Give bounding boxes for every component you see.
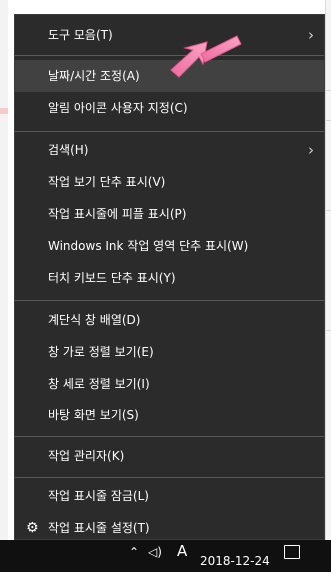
menu-item-show-desktop[interactable]: 바탕 화면 보기(S) <box>15 399 324 431</box>
background-window-left <box>0 0 8 572</box>
background-highlight <box>0 108 8 114</box>
menu-item-label: 바탕 화면 보기(S) <box>48 408 139 422</box>
menu-item-show-touch-keyboard-button[interactable]: 터치 키보드 단추 표시(Y) <box>15 262 324 294</box>
menu-separator <box>15 131 324 132</box>
menu-item-label: 작업 보기 단추 표시(V) <box>48 175 166 189</box>
menu-item-task-manager[interactable]: 작업 관리자(K) <box>15 440 324 472</box>
menu-item-label: 날짜/시간 조정(A) <box>48 69 140 83</box>
action-center-icon[interactable] <box>284 545 300 559</box>
menu-item-label: 창 세로 정렬 보기(I) <box>48 377 150 391</box>
menu-item-label: 작업 표시줄 잠금(L) <box>48 489 149 503</box>
menu-item-label: 작업 관리자(K) <box>48 449 125 463</box>
menu-item-customize-notification-icons[interactable]: 알림 아이콘 사용자 지정(C) <box>15 92 324 124</box>
menu-item-label: 도구 모음(T) <box>48 28 113 42</box>
menu-item-label: 터치 키보드 단추 표시(Y) <box>48 271 176 285</box>
grid-line <box>326 120 331 121</box>
menu-item-label: 작업 표시줄에 피플 표시(P) <box>48 207 187 221</box>
menu-item-label: 검색(H) <box>48 143 89 157</box>
background-window-right <box>325 0 331 572</box>
menu-item-show-windows-ink-button[interactable]: Windows Ink 작업 영역 단추 표시(W) <box>15 230 324 262</box>
menu-item-label: 창 가로 정렬 보기(E) <box>48 345 154 359</box>
gear-icon: ⚙ <box>26 520 39 536</box>
tray-date[interactable]: 2018-12-24 <box>200 554 270 568</box>
taskbar-context-menu: 도구 모음(T) › 날짜/시간 조정(A) 알림 아이콘 사용자 지정(C) … <box>14 14 325 540</box>
menu-item-label: 계단식 창 배열(D) <box>48 313 141 327</box>
grid-line <box>326 210 331 211</box>
annotation-arrow-icon <box>170 35 242 78</box>
menu-item-search[interactable]: 검색(H) › <box>15 134 324 166</box>
chevron-right-icon: › <box>308 26 314 44</box>
menu-item-show-windows-stacked[interactable]: 창 가로 정렬 보기(E) <box>15 336 324 368</box>
ime-indicator[interactable]: A <box>177 542 187 560</box>
grid-line <box>326 90 331 91</box>
menu-separator <box>15 300 324 301</box>
menu-item-taskbar-settings[interactable]: ⚙ 작업 표시줄 설정(T) <box>15 512 324 544</box>
menu-item-cascade-windows[interactable]: 계단식 창 배열(D) <box>15 304 324 336</box>
taskbar <box>0 540 331 572</box>
menu-item-lock-taskbar[interactable]: 작업 표시줄 잠금(L) <box>15 480 324 512</box>
menu-item-label: Windows Ink 작업 영역 단추 표시(W) <box>48 239 249 253</box>
menu-item-label: 알림 아이콘 사용자 지정(C) <box>48 101 188 115</box>
chevron-right-icon: › <box>308 141 314 159</box>
speaker-icon[interactable]: ◁) <box>148 545 162 559</box>
menu-item-show-task-view-button[interactable]: 작업 보기 단추 표시(V) <box>15 166 324 198</box>
menu-item-label: 작업 표시줄 설정(T) <box>48 521 150 535</box>
tray-overflow-icon[interactable]: ⌃ <box>129 545 139 559</box>
menu-item-show-windows-side-by-side[interactable]: 창 세로 정렬 보기(I) <box>15 368 324 400</box>
grid-line <box>326 330 331 331</box>
menu-item-show-people[interactable]: 작업 표시줄에 피플 표시(P) <box>15 198 324 230</box>
menu-separator <box>15 477 324 478</box>
menu-separator <box>15 436 324 437</box>
